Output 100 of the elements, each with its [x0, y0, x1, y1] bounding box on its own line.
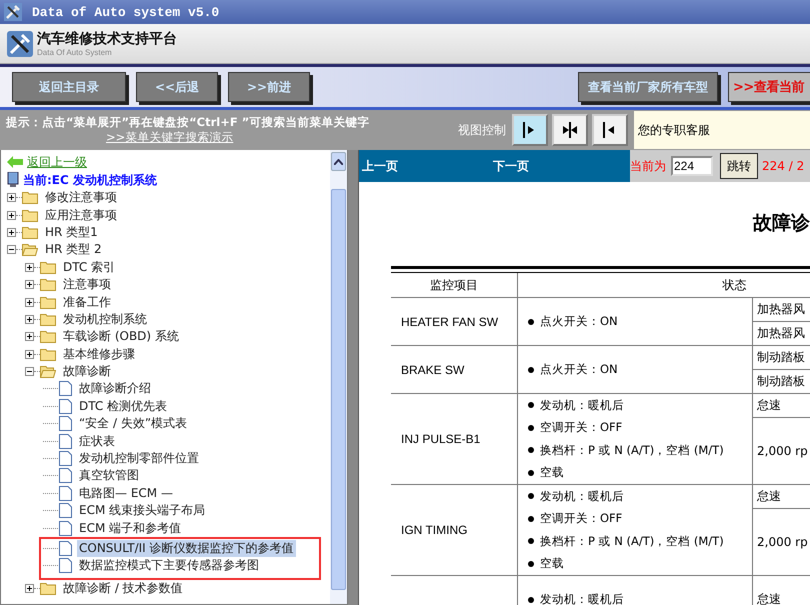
expand-icon[interactable]	[25, 350, 34, 359]
scroll-thumb[interactable]	[331, 189, 346, 590]
tree-item[interactable]: 准备工作	[61, 294, 113, 311]
open-folder-icon	[22, 243, 38, 256]
caret-up-icon	[334, 158, 343, 164]
view-control-label: 视图控制	[458, 122, 506, 138]
tree-item[interactable]: 故障诊断 / 技术参数值	[61, 580, 185, 597]
tree-item[interactable]: 注意事项	[61, 276, 113, 294]
folder-icon	[40, 330, 56, 344]
hint-text: 提示：点击“菜单展开”再在键盘按“Ctrl+F ”可搜索当前菜单关键字	[6, 115, 370, 130]
tree-item[interactable]: 数据监控模式下主要传感器参考图	[77, 557, 261, 574]
arrow-left-icon	[603, 121, 617, 139]
tree-item[interactable]: 症状表	[77, 432, 117, 450]
computer-icon	[7, 172, 19, 188]
tree-item[interactable]: 基本维修步骤	[61, 346, 137, 363]
tree-item[interactable]: DTC 索引	[61, 258, 118, 276]
tree-item[interactable]: HR 类型 2	[43, 241, 104, 258]
expand-icon[interactable]	[7, 228, 16, 237]
folder-icon	[40, 278, 56, 292]
tree-item[interactable]: 真空软管图	[77, 467, 141, 484]
window-title: Data of Auto system v5.0	[32, 4, 220, 20]
expand-icon[interactable]	[7, 210, 16, 220]
table-cell: 加热器风	[757, 325, 805, 342]
page-icon	[59, 416, 72, 432]
tree-item[interactable]: 修改注意事项	[43, 189, 119, 206]
table-cell: 怠速	[757, 591, 781, 605]
open-folder-icon	[40, 365, 56, 378]
tree-item[interactable]: 发动机控制系统	[61, 310, 149, 328]
jump-button[interactable]: 跳转	[720, 153, 758, 179]
scrollbar[interactable]	[330, 150, 347, 604]
table-cell: 怠速	[757, 488, 781, 505]
service-text: 您的专职客服	[638, 122, 710, 138]
page-icon	[59, 520, 72, 536]
expand-right-button[interactable]	[512, 114, 548, 146]
page-icon	[59, 558, 72, 574]
bullet-icon	[528, 402, 534, 408]
next-page-link[interactable]: 下一页	[493, 158, 529, 174]
table-cell: IGN TIMING	[401, 523, 468, 537]
tree-item[interactable]: HR 类型1	[43, 224, 100, 241]
table-cell: INJ PULSE-B1	[401, 432, 480, 446]
tree-item[interactable]: 故障诊断	[61, 363, 113, 380]
table-cell: 发动机：暖机后	[540, 398, 624, 413]
expand-left-button[interactable]	[592, 114, 628, 146]
expand-icon[interactable]	[25, 584, 34, 593]
back-arrow-icon	[7, 156, 23, 168]
bullet-icon	[528, 366, 534, 372]
table-cell: 空载	[540, 556, 564, 572]
app-subtitle: Data Of Auto System	[37, 48, 113, 57]
collapse-icon[interactable]	[25, 367, 34, 376]
tree-item[interactable]: 应用注意事项	[43, 206, 119, 224]
folder-icon	[40, 260, 56, 274]
tree-item[interactable]: 车载诊断 (OBD) 系统	[61, 328, 181, 346]
bullet-icon	[528, 318, 534, 324]
document-title: 故障诊	[752, 211, 810, 236]
table-cell: 换档杆：P 或 N (A/T)，空档 (M/T)	[540, 442, 724, 458]
current-page-label: 当前为	[630, 158, 666, 174]
tree-item[interactable]: 电路图— ECM —	[77, 484, 175, 502]
expand-icon[interactable]	[25, 280, 34, 290]
bullet-icon	[528, 424, 534, 431]
table-cell: 发动机：暖机后	[540, 592, 624, 605]
tree-item[interactable]: CONSULT/II 诊断仪数据监控下的参考值	[77, 540, 296, 557]
page-icon	[59, 398, 72, 414]
scroll-up-button[interactable]	[331, 152, 346, 171]
folder-icon	[40, 312, 56, 326]
tree-item[interactable]: 故障诊断介绍	[77, 380, 153, 398]
expand-icon[interactable]	[25, 332, 34, 342]
bullet-icon	[528, 538, 534, 544]
table-cell: 空调开关：OFF	[540, 511, 622, 526]
table-cell: 空载	[540, 465, 564, 480]
expand-icon[interactable]	[25, 262, 34, 272]
page-icon	[59, 451, 72, 466]
tree-item[interactable]: DTC 检测优先表	[77, 398, 170, 415]
table-cell: 发动机：暖机后	[540, 488, 624, 504]
wrench-icon	[4, 3, 22, 21]
previous-page-link[interactable]: 上一页	[362, 158, 398, 174]
app-title: 汽车维修技术支持平台	[37, 30, 177, 48]
split-view-button[interactable]	[552, 114, 588, 146]
back-link[interactable]: 返回上一级	[27, 154, 87, 170]
page-icon	[59, 540, 72, 556]
bullet-icon	[528, 493, 534, 500]
expand-icon[interactable]	[25, 298, 34, 307]
tree-item[interactable]: ECM 线束接头端子布局	[77, 502, 208, 520]
table-cell: BRAKE SW	[401, 362, 464, 376]
bullet-icon	[528, 447, 534, 454]
table-cell: 换档杆：P 或 N (A/T)，空档 (M/T)	[540, 534, 724, 549]
page-icon	[59, 381, 72, 396]
expand-icon[interactable]	[25, 314, 34, 324]
page-number-field[interactable]: 224	[671, 156, 713, 176]
bullet-icon	[528, 596, 534, 602]
table-cell: 空调开关：OFF	[540, 420, 622, 436]
table-cell: 点火开关：ON	[540, 362, 618, 377]
tree-item[interactable]: ECM 端子和参考值	[77, 520, 184, 537]
collapse-icon[interactable]	[7, 245, 16, 254]
tree-item[interactable]: 发动机控制零部件位置	[77, 450, 201, 468]
tree-item[interactable]: “安全 / 失效”模式表	[77, 415, 190, 432]
folder-icon	[22, 208, 38, 222]
arrows-inward-icon	[563, 121, 577, 139]
page-count: 224 / 2	[762, 159, 804, 173]
folder-icon	[40, 348, 56, 361]
expand-icon[interactable]	[7, 193, 16, 202]
